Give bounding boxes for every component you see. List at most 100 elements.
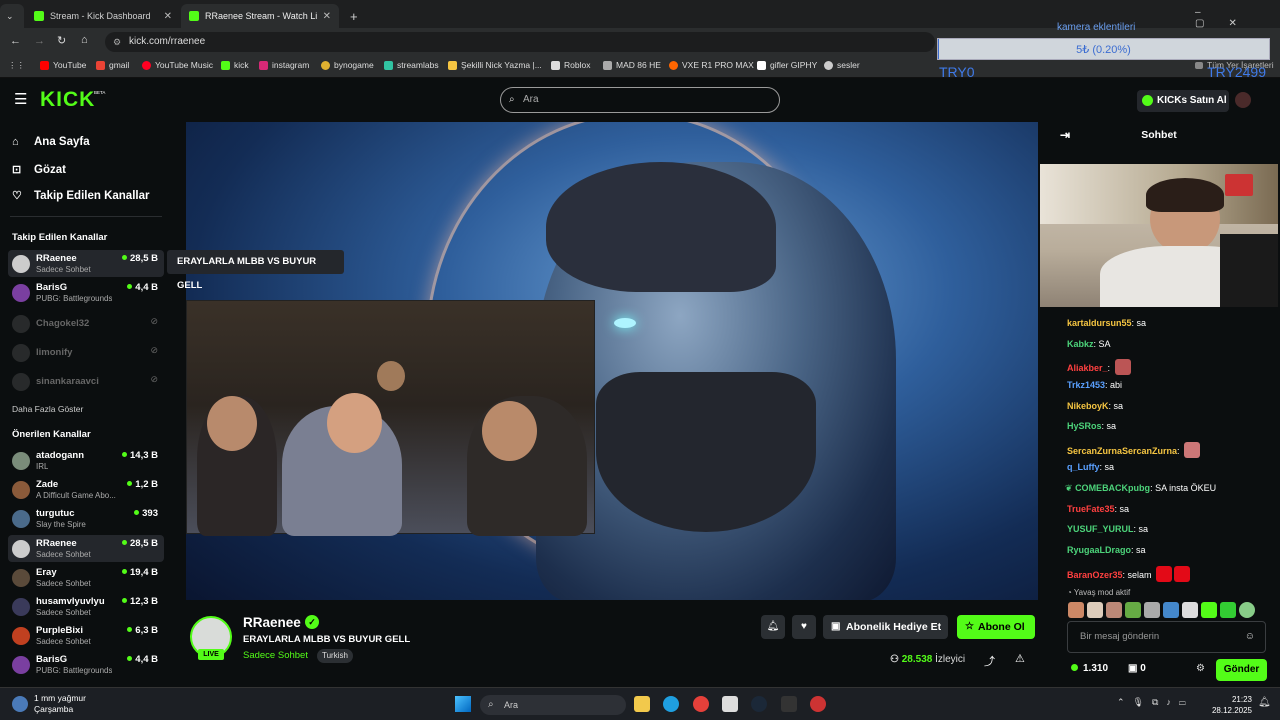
- collapse-chat-icon[interactable]: ⇥: [1060, 122, 1070, 148]
- emote-icon[interactable]: [1144, 602, 1160, 618]
- emoji-icon[interactable]: ☺: [1245, 622, 1255, 652]
- share-icon[interactable]: ⤴: [984, 653, 995, 669]
- recommended-channel[interactable]: RRaenee Sadece Sohbet 28,5 B: [8, 535, 164, 562]
- avatar[interactable]: [1235, 92, 1251, 108]
- kick-logo[interactable]: KICK: [40, 88, 95, 112]
- url-field[interactable]: ⚙ kick.com/rraenee: [105, 32, 935, 52]
- chat-username[interactable]: Aliakber_: [1067, 363, 1108, 373]
- epic-games-icon[interactable]: [781, 696, 797, 712]
- gift-subscription-button[interactable]: ▣ Abonelik Hediye Et: [823, 615, 948, 639]
- back-icon[interactable]: ←: [10, 35, 21, 47]
- stream-category-link[interactable]: Sadece Sohbet: [243, 650, 308, 661]
- search-input[interactable]: ⌕ Ara: [500, 87, 780, 113]
- bookmark-kick[interactable]: kick: [221, 60, 249, 70]
- chat-username[interactable]: Kabkz: [1067, 339, 1094, 349]
- taskbar-search[interactable]: ⌕ Ara: [480, 695, 626, 715]
- tab-list-button[interactable]: ⌄: [0, 4, 24, 28]
- show-more-link[interactable]: Daha Fazla Göster: [12, 404, 83, 414]
- emote-icon[interactable]: [1087, 602, 1103, 618]
- chat-username[interactable]: TrueFate35: [1067, 504, 1115, 514]
- bookmark-gmail[interactable]: gmail: [96, 60, 129, 70]
- emote-icon[interactable]: [1068, 602, 1084, 618]
- close-icon[interactable]: ✕: [164, 11, 172, 22]
- chat-username[interactable]: NikeboyK: [1067, 401, 1109, 411]
- bookmark-sesler[interactable]: sesler: [824, 60, 860, 70]
- subscribe-button[interactable]: ☆ Abone Ol: [957, 615, 1035, 639]
- recommended-channel[interactable]: Eray Sadece Sohbet 19,4 B: [8, 564, 164, 591]
- followed-channel[interactable]: limonify ⊘: [8, 339, 164, 366]
- chat-username[interactable]: YUSUF_YURUL: [1067, 524, 1134, 534]
- report-icon[interactable]: ⚠: [1015, 652, 1025, 665]
- recommended-channel[interactable]: husamvlyuvlyu Sadece Sohbet 12,3 B: [8, 593, 164, 620]
- gift-count[interactable]: ▣ 0: [1128, 663, 1146, 674]
- followed-channel[interactable]: RRaenee Sadece Sohbet 28,5 B: [8, 250, 164, 277]
- channel-name[interactable]: RRaenee: [243, 615, 301, 630]
- bookmark-mad86[interactable]: MAD 86 HE: [603, 60, 661, 70]
- chat-username[interactable]: BaranOzer35: [1067, 570, 1123, 580]
- nav-browse[interactable]: ⊡ Gözat: [12, 163, 66, 177]
- nav-following[interactable]: ♡ Takip Edilen Kanallar: [12, 189, 149, 203]
- bookmark-sekilli-nick[interactable]: Şekilli Nick Yazma |...: [448, 60, 542, 70]
- recommended-channel[interactable]: Zade A Difficult Game Abo... 1,2 B: [8, 476, 164, 503]
- reload-icon[interactable]: ↻: [57, 34, 66, 47]
- chat-username[interactable]: Trkz1453: [1067, 380, 1105, 390]
- emote-icon[interactable]: [1220, 602, 1236, 618]
- buy-kicks-button[interactable]: KICKs Satın Al: [1137, 90, 1229, 112]
- chat-username[interactable]: SercanZurnaSercanZurna: [1067, 446, 1177, 456]
- emote-icon[interactable]: [1182, 602, 1198, 618]
- tab-kick-dashboard[interactable]: Stream - Kick Dashboard ✕: [26, 4, 180, 28]
- chat-username[interactable]: kartaldursun55: [1067, 318, 1132, 328]
- home-icon[interactable]: ⌂: [81, 34, 88, 46]
- site-info-icon[interactable]: ⚙: [113, 32, 121, 52]
- obs-icon[interactable]: [810, 696, 826, 712]
- windows-start-icon[interactable]: [455, 696, 471, 712]
- emote-icon[interactable]: [1125, 602, 1141, 618]
- new-tab-button[interactable]: +: [342, 4, 362, 28]
- bookmark-instagram[interactable]: instagram: [259, 60, 309, 70]
- notification-bell-button[interactable]: 🔔︎: [761, 615, 785, 639]
- chat-message-input[interactable]: Bir mesaj gönderin ☺: [1067, 621, 1266, 653]
- weather-icon[interactable]: [12, 696, 28, 712]
- chat-username[interactable]: RyugaaLDrago: [1067, 545, 1131, 555]
- notification-icon[interactable]: 🔔︎: [1258, 697, 1271, 708]
- bookmark-streamlabs[interactable]: streamlabs: [384, 60, 439, 70]
- emote-icon[interactable]: [1106, 602, 1122, 618]
- emote-icon[interactable]: [1201, 602, 1217, 618]
- recommended-channel[interactable]: atadogann IRL 14,3 B: [8, 447, 164, 474]
- emote-picker-icon[interactable]: [1239, 602, 1255, 618]
- recommended-channel[interactable]: PurpleBixi Sadece Sohbet 6,3 B: [8, 622, 164, 649]
- apps-icon[interactable]: ⋮⋮: [8, 60, 25, 71]
- bookmark-bynogame[interactable]: bynogame: [321, 60, 374, 70]
- nav-home[interactable]: ⌂ Ana Sayfa: [12, 136, 90, 148]
- steam-icon[interactable]: [751, 696, 767, 712]
- chat-username[interactable]: COMEBACKpubg: [1075, 483, 1150, 493]
- followed-channel[interactable]: Chagokel32 ⊘: [8, 310, 164, 337]
- bookmark-youtube[interactable]: YouTube: [40, 60, 86, 70]
- menu-icon[interactable]: ☰: [14, 90, 27, 108]
- settings-gear-icon[interactable]: ⚙: [1196, 663, 1205, 674]
- emote-icon[interactable]: [1163, 602, 1179, 618]
- clock[interactable]: 21:23 28.12.2025: [1212, 694, 1252, 716]
- weather-widget[interactable]: 1 mm yağmur Çarşamba: [34, 693, 86, 715]
- send-button[interactable]: Gönder: [1216, 659, 1267, 681]
- bookmark-youtube-music[interactable]: YouTube Music: [142, 60, 213, 70]
- bookmark-roblox[interactable]: Roblox: [551, 60, 590, 70]
- tab-rraenee-stream[interactable]: RRaenee Stream - Watch Li ✕: [181, 4, 339, 28]
- language-tag[interactable]: Turkish: [317, 649, 353, 663]
- kicks-balance[interactable]: 1.310: [1071, 663, 1108, 674]
- close-icon[interactable]: ✕: [323, 11, 331, 22]
- recommended-channel[interactable]: BarisG PUBG: Battlegrounds 4,4 B: [8, 651, 164, 678]
- followed-channel[interactable]: sinankaraavci ⊘: [8, 368, 164, 395]
- chat-username[interactable]: HySRos: [1067, 421, 1102, 431]
- bookmark-vxe[interactable]: VXE R1 PRO MAX: [669, 60, 754, 70]
- bookmark-giphy[interactable]: gifler GIPHY: [757, 60, 817, 70]
- edge-icon[interactable]: [663, 696, 679, 712]
- notepad-icon[interactable]: [722, 696, 738, 712]
- chrome-icon[interactable]: [693, 696, 709, 712]
- recommended-channel[interactable]: turgutuc Slay the Spire 393: [8, 505, 164, 532]
- file-explorer-icon[interactable]: [634, 696, 650, 712]
- chat-username[interactable]: q_Luffy: [1067, 462, 1100, 472]
- follow-button[interactable]: ♥: [792, 615, 816, 639]
- video-player[interactable]: [186, 122, 1038, 600]
- forward-icon[interactable]: →: [34, 35, 45, 47]
